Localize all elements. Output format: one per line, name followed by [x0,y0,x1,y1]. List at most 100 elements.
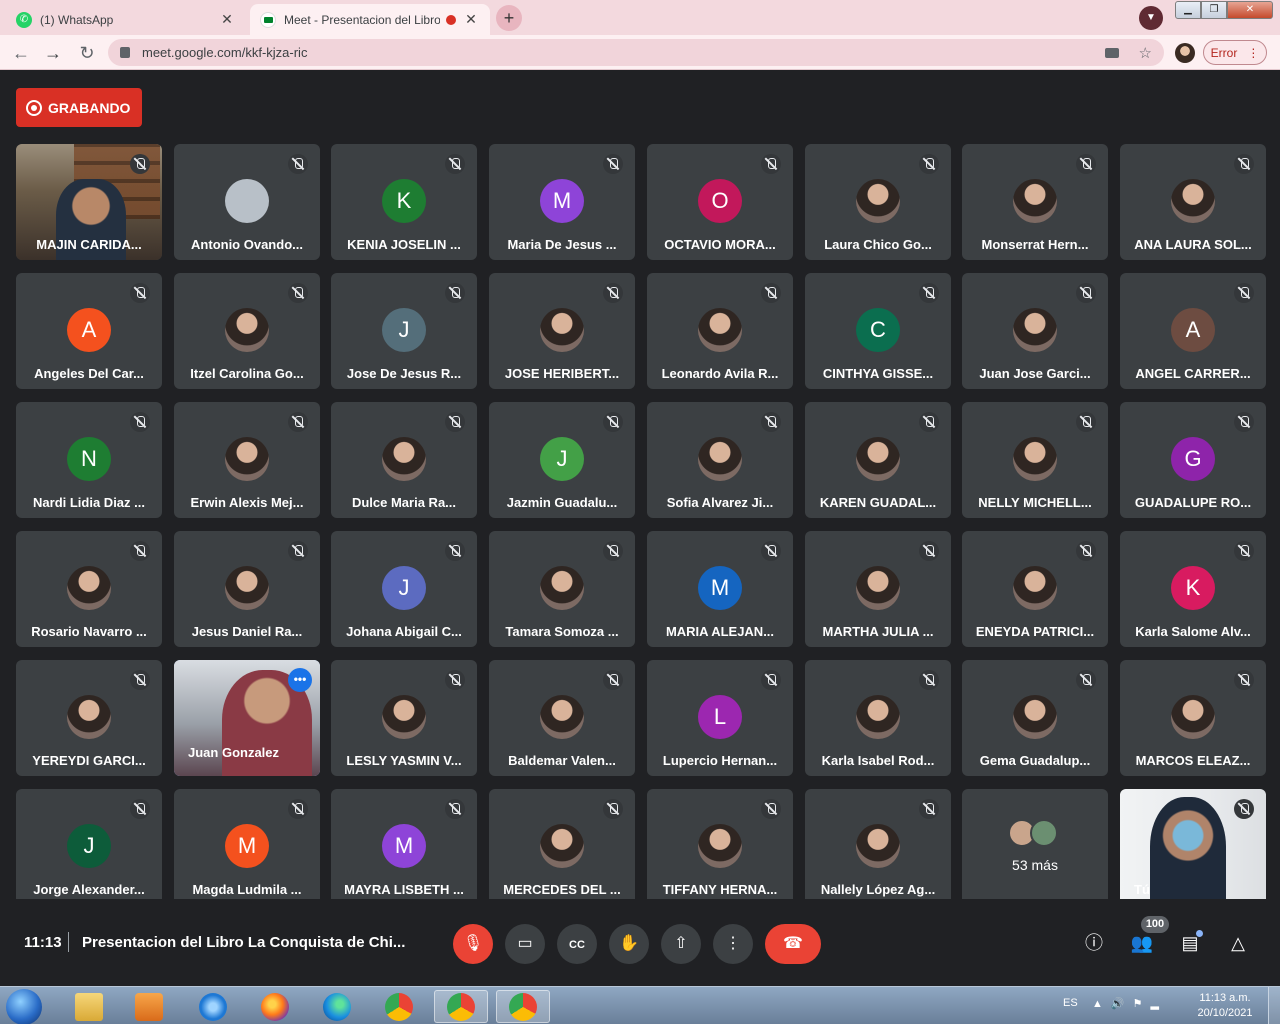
profile-avatar[interactable] [1175,43,1195,63]
meeting-details-button[interactable]: ⓘ [1080,929,1108,957]
participant-tile[interactable]: Karla Isabel Rod... [805,660,951,776]
participant-tile[interactable]: TIFFANY HERNA... [647,789,793,905]
participant-tile[interactable]: Jesus Daniel Ra... [174,531,320,647]
participant-tile[interactable]: MAJIN CARIDA... [16,144,162,260]
microphone-off-button[interactable]: 🎙 [453,924,493,964]
reload-button[interactable]: ↻ [74,40,100,66]
start-button[interactable] [6,989,42,1024]
taskbar-firefox[interactable] [248,990,302,1023]
forward-button[interactable]: → [40,40,66,66]
participant-tile[interactable]: G GUADALUPE RO... [1120,402,1266,518]
participant-tile[interactable]: J Jazmin Guadalu... [489,402,635,518]
system-tray-icons[interactable]: ▲🔊⚑▂ [1092,997,1167,1010]
leave-call-button[interactable]: ☎ [765,924,821,964]
window-close-button[interactable]: ✕ [1227,1,1273,19]
participant-tile[interactable]: KAREN GUADAL... [805,402,951,518]
taskbar-chrome[interactable] [372,990,426,1023]
mic-off-icon [919,412,939,432]
participant-tile[interactable]: Sofia Alvarez Ji... [647,402,793,518]
participant-tile[interactable]: M MAYRA LISBETH ... [331,789,477,905]
participant-tile[interactable]: ••• Juan Gonzalez [174,660,320,776]
avatar: K [382,179,426,223]
participant-tile[interactable]: Leonardo Avila R... [647,273,793,389]
participant-tile[interactable]: J Johana Abigail C... [331,531,477,647]
participant-tile[interactable]: NELLY MICHELL... [962,402,1108,518]
address-bar[interactable]: meet.google.com/kkf-kjza-ric ☆ [108,39,1164,66]
show-desktop-button[interactable] [1268,987,1280,1024]
close-tab-icon[interactable]: ✕ [218,11,236,28]
participant-tile[interactable]: Dulce Maria Ra... [331,402,477,518]
tab-whatsapp[interactable]: ✆ (1) WhatsApp ✕ [6,4,246,35]
taskbar-chrome-profile-2[interactable] [496,990,550,1023]
participant-tile[interactable]: Baldemar Valen... [489,660,635,776]
participant-name: Monserrat Hern... [981,237,1089,252]
taskbar-file-explorer[interactable] [62,990,116,1023]
back-button[interactable]: ← [8,40,34,66]
captions-button[interactable]: CC [557,924,597,964]
participant-tile[interactable]: Gema Guadalup... [962,660,1108,776]
participant-tile[interactable]: J Jorge Alexander... [16,789,162,905]
language-indicator[interactable]: ES [1063,997,1078,1009]
more-participants-label: 53 más [1012,857,1058,873]
participant-tile[interactable]: Laura Chico Go... [805,144,951,260]
new-tab-button[interactable]: + [496,5,522,31]
participant-tile[interactable]: Antonio Ovando... [174,144,320,260]
participant-tile[interactable]: M Maria De Jesus ... [489,144,635,260]
mic-off-icon [288,154,308,174]
taskbar-edge[interactable] [310,990,364,1023]
maximize-button[interactable]: ❐ [1201,1,1227,19]
tile-options-button[interactable]: ••• [288,668,312,692]
profile-error-button[interactable]: Error ⋮ [1203,40,1267,65]
more-options-button[interactable]: ⋮ [713,924,753,964]
tab-meet[interactable]: Meet - Presentacion del Libro ✕ [250,4,490,35]
mic-off-icon [445,799,465,819]
participant-tile[interactable]: YEREYDI GARCI... [16,660,162,776]
camera-button[interactable]: ▭ [505,924,545,964]
participant-tile[interactable]: A Angeles Del Car... [16,273,162,389]
participant-tile[interactable]: Nallely López Ag... [805,789,951,905]
tab-search-button[interactable]: ▼ [1139,6,1163,30]
recording-badge[interactable]: GRABANDO [16,88,142,127]
participant-tile[interactable]: O OCTAVIO MORA... [647,144,793,260]
participant-tile[interactable]: MARCOS ELEAZ... [1120,660,1266,776]
minimize-button[interactable]: ▁ [1175,1,1201,19]
participant-tile[interactable]: A ANGEL CARRER... [1120,273,1266,389]
participant-tile[interactable]: K KENIA JOSELIN ... [331,144,477,260]
participant-tile[interactable]: MARTHA JULIA ... [805,531,951,647]
participant-tile[interactable]: Tú [1120,789,1266,905]
participant-tile[interactable]: JOSE HERIBERT... [489,273,635,389]
show-everyone-button[interactable]: 👥 [1128,929,1156,957]
avatar [1171,179,1215,223]
participant-tile[interactable]: LESLY YASMIN V... [331,660,477,776]
participant-tile[interactable]: MERCEDES DEL ... [489,789,635,905]
participant-tile[interactable]: L Lupercio Hernan... [647,660,793,776]
taskbar-clock[interactable]: 11:13 a.m. 20/10/2021 [1190,991,1260,1021]
participant-tile[interactable]: Rosario Navarro ... [16,531,162,647]
participant-tile[interactable]: Erwin Alexis Mej... [174,402,320,518]
taskbar-chrome-profile-1[interactable] [434,990,488,1023]
participant-name: MARIA ALEJAN... [665,624,775,639]
taskbar-media-player[interactable] [122,990,176,1023]
participant-tile[interactable]: M Magda Ludmila ... [174,789,320,905]
raise-hand-button[interactable]: ✋ [609,924,649,964]
participant-tile[interactable]: C CINTHYA GISSE... [805,273,951,389]
participant-tile[interactable]: M MARIA ALEJAN... [647,531,793,647]
activities-button[interactable]: △ [1224,929,1252,957]
participant-tile[interactable]: ENEYDA PATRICI... [962,531,1108,647]
taskbar-internet-explorer[interactable] [186,990,240,1023]
participant-tile[interactable]: N Nardi Lidia Diaz ... [16,402,162,518]
meet-stage: GRABANDO MAJIN CARIDA... Antonio Ovando..… [0,71,1280,986]
participant-tile[interactable]: 53 más [962,789,1108,905]
participant-tile[interactable]: ANA LAURA SOL... [1120,144,1266,260]
participant-tile[interactable]: J Jose De Jesus R... [331,273,477,389]
participant-tile[interactable]: Juan Jose Garci... [962,273,1108,389]
avatar: J [382,308,426,352]
camera-in-use-icon[interactable] [1104,47,1119,58]
participant-tile[interactable]: K Karla Salome Alv... [1120,531,1266,647]
close-tab-icon[interactable]: ✕ [462,11,480,28]
participant-tile[interactable]: Itzel Carolina Go... [174,273,320,389]
participant-tile[interactable]: Tamara Somoza ... [489,531,635,647]
participant-tile[interactable]: Monserrat Hern... [962,144,1108,260]
bookmark-star-icon[interactable]: ☆ [1139,44,1152,62]
present-screen-button[interactable]: ⇧ [661,924,701,964]
